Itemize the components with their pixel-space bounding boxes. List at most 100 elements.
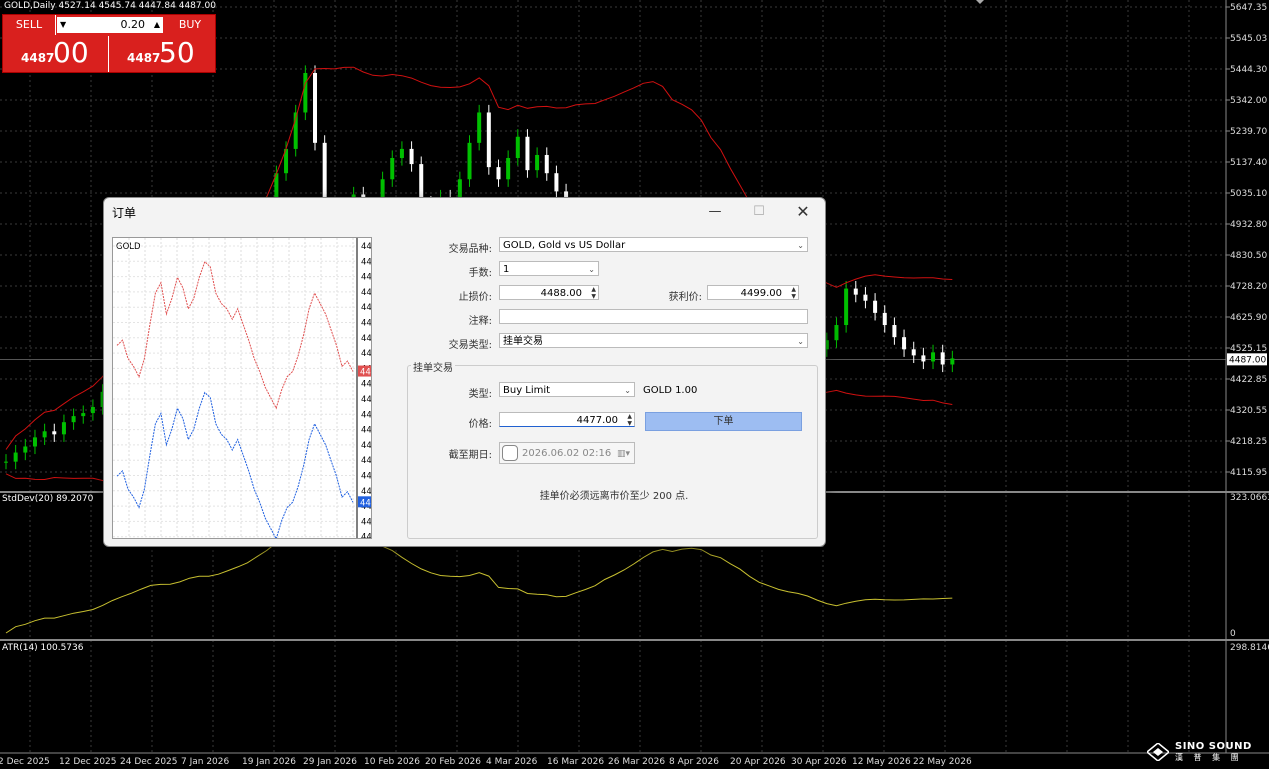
candle-body: [23, 446, 28, 453]
date-tick-label: 29 Jan 2026: [303, 757, 357, 767]
maximize-icon[interactable]: ☐: [744, 202, 774, 222]
trade-type-select[interactable]: 挂单交易 ⌄: [499, 333, 808, 348]
candle-body: [535, 154, 540, 171]
current-price-label: 4487.00: [1229, 355, 1266, 365]
price-tick-label: 4728.20: [1230, 282, 1267, 292]
pending-order-notice: 挂单价必须远离市价至少 200 点.: [539, 491, 689, 502]
atr-tick-label: 298.8146: [1230, 643, 1269, 653]
symbol-value: GOLD, Gold vs US Dollar: [503, 240, 626, 251]
dialog-title: 订单: [112, 206, 137, 220]
date-tick-label: 8 Apr 2026: [669, 757, 719, 767]
tick-price-label: 4487.18: [361, 456, 371, 466]
price-tick-label: 5137.40: [1230, 158, 1267, 168]
spinner-icon[interactable]: ▲ ▼: [627, 413, 632, 427]
buy-button[interactable]: BUY: [165, 15, 215, 35]
spinner-icon[interactable]: ▲ ▼: [591, 286, 596, 300]
date-tick-label: 4 Mar 2026: [486, 757, 538, 767]
price-tick-label: 4320.55: [1230, 406, 1267, 416]
volume-label: 手数:: [468, 268, 492, 279]
date-tick-label: 16 Mar 2026: [547, 757, 604, 767]
lot-increase-icon[interactable]: ▲: [154, 17, 160, 33]
candle-body: [873, 300, 878, 313]
take-profit-label: 获利价:: [668, 292, 702, 303]
tick-price-label: 4487.79: [361, 288, 371, 298]
expiry-checkbox[interactable]: [502, 445, 518, 461]
order-type-select[interactable]: Buy Limit ⌄: [499, 382, 635, 397]
candle-body: [42, 431, 47, 438]
candle-body: [844, 288, 849, 326]
candle-body: [892, 325, 897, 338]
chart-title: GOLD,Daily 4527.14 4545.74 4447.84 4487.…: [4, 1, 216, 11]
pending-order-group-title: 挂单交易: [411, 359, 455, 374]
bid-price-label: 4487.00: [360, 498, 371, 508]
sell-price-big: 00: [53, 36, 89, 69]
take-profit-input[interactable]: 4499.00 ▲ ▼: [707, 285, 799, 300]
candle-body: [506, 158, 511, 180]
date-tick-label: 30 Apr 2026: [791, 757, 847, 767]
candle-body: [32, 437, 37, 447]
tick-symbol: GOLD: [116, 242, 141, 252]
stddev-tick-label: 0: [1230, 629, 1236, 639]
candle-body: [390, 158, 395, 180]
candle-body: [902, 337, 907, 350]
candle-body: [477, 112, 482, 143]
stddev-tick-label: 323.0663: [1230, 493, 1269, 503]
calendar-icon[interactable]: ▥▾: [617, 443, 630, 465]
price-tick-label: 4932.80: [1230, 220, 1267, 230]
candle-body: [399, 148, 404, 159]
trade-type-label: 交易类型:: [448, 340, 492, 351]
candle-body: [853, 288, 858, 295]
date-tick-label: 24 Dec 2025: [120, 757, 178, 767]
close-icon[interactable]: ✕: [788, 202, 818, 222]
sell-price-button[interactable]: 4487 00: [3, 36, 109, 72]
chart-shift-icon: [976, 0, 984, 4]
spinner-icon[interactable]: ▲ ▼: [791, 286, 796, 300]
stop-loss-label: 止损价:: [458, 292, 492, 303]
comment-input[interactable]: [499, 309, 808, 324]
price-tick-label: 4115.95: [1230, 468, 1267, 478]
chevron-down-icon: ⌄: [797, 337, 804, 346]
logo-mark-icon: [1147, 743, 1169, 761]
stddev-indicator-label: StdDev(20) 89.2070: [2, 494, 94, 504]
price-tick-label: 5342.00: [1230, 96, 1267, 106]
tick-price-label: 4487.42: [361, 395, 371, 405]
candle-body: [834, 325, 839, 341]
one-click-trade-panel: SELL ▼ 0.20 ▲ BUY 4487 00 4487 50: [2, 14, 216, 73]
candle-body: [61, 422, 66, 435]
candle-body: [544, 154, 549, 174]
price-input[interactable]: 4477.00 ▲ ▼: [499, 412, 635, 427]
tick-price-label: 4487.36: [361, 410, 371, 420]
minimize-icon[interactable]: —: [700, 202, 730, 222]
comment-label: 注释:: [468, 316, 492, 327]
expiry-label: 截至期日:: [448, 450, 492, 461]
place-order-button[interactable]: 下单: [645, 412, 802, 431]
tick-chart: GOLD 4487.98 4487.91 4487.85 4487.79 4487.73 4…: [112, 237, 372, 539]
expiry-input[interactable]: 2026.06.02 02:16 ▥▾: [499, 442, 635, 464]
tick-price-label: 4487.05: [361, 487, 371, 497]
candle-body: [940, 352, 945, 365]
logo-subtitle: 漢 普 集 團: [1175, 753, 1243, 762]
lot-size-input[interactable]: ▼ 0.20 ▲: [57, 17, 163, 33]
tick-price-label: 4486.93: [361, 517, 371, 527]
buy-price-big: 50: [159, 36, 195, 69]
symbol-select[interactable]: GOLD, Gold vs US Dollar ⌄: [499, 237, 808, 252]
take-profit-value: 4499.00: [740, 288, 782, 299]
price-tick-label: 5035.10: [1230, 189, 1267, 199]
date-tick-label: 12 Dec 2025: [59, 757, 117, 767]
lot-decrease-icon[interactable]: ▼: [60, 17, 66, 33]
buy-price-button[interactable]: 4487 50: [109, 36, 214, 72]
candle-body: [950, 358, 955, 365]
date-tick-label: 26 Mar 2026: [608, 757, 665, 767]
price-tick-label: 4625.90: [1230, 313, 1267, 323]
volume-select[interactable]: 1 ⌄: [499, 261, 599, 276]
ask-price-label: 4487.50: [360, 368, 371, 378]
candle-body: [467, 142, 472, 180]
tick-price-label: 4487.91: [361, 257, 371, 267]
stop-loss-input[interactable]: 4488.00 ▲ ▼: [499, 285, 599, 300]
candle-body: [4, 461, 8, 463]
candle-body: [931, 352, 936, 362]
sell-button[interactable]: SELL: [3, 15, 56, 35]
tick-price-label: 4487.85: [361, 273, 371, 283]
date-tick-label: 12 May 2026: [852, 757, 911, 767]
price-label: 价格:: [468, 419, 492, 430]
